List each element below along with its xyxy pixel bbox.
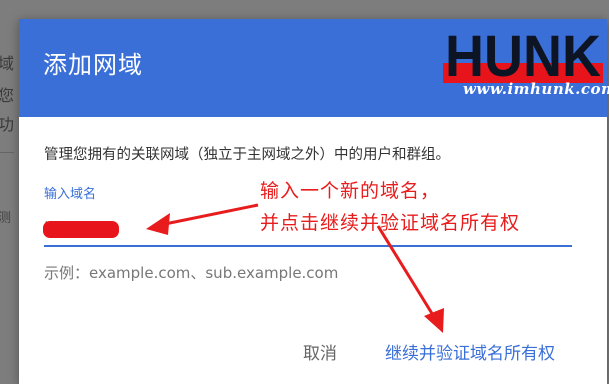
- dialog-description: 管理您拥有的关联网域（独立于主网域之外）中的用户和群组。: [44, 147, 450, 163]
- dialog-header: 添加网域 HUNK www.imhunk.com: [19, 19, 609, 117]
- background-divider: [0, 152, 14, 153]
- domain-field-hint: 示例：example.com、sub.example.com: [44, 264, 339, 282]
- annotation-line-2: 并点击继续并验证域名所有权: [260, 212, 521, 234]
- background-text: 功: [0, 115, 15, 134]
- dialog-title: 添加网域: [43, 51, 143, 79]
- domain-field-label: 输入域名: [44, 187, 97, 202]
- background-text: 测: [0, 211, 12, 226]
- continue-verify-button[interactable]: 继续并验证域名所有权: [385, 339, 555, 364]
- redaction-mark: [43, 221, 119, 238]
- background-text: 域: [0, 54, 15, 73]
- logo-url: www.imhunk.com: [463, 80, 609, 98]
- domain-input-underline: [44, 245, 572, 247]
- annotation-line-1: 输入一个新的域名，: [260, 180, 441, 202]
- background-text: 您: [0, 86, 15, 105]
- cancel-button[interactable]: 取消: [303, 339, 337, 364]
